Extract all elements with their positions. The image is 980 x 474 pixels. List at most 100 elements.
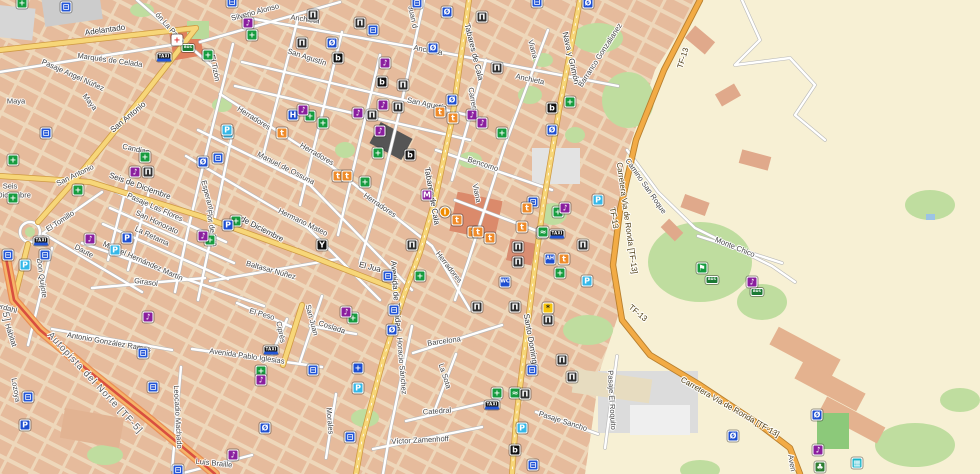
telephone-poi-icon[interactable]: t xyxy=(342,171,353,182)
taxi-icon[interactable]: TAXI xyxy=(264,346,279,355)
pharmacy-cross-icon[interactable]: + xyxy=(73,185,84,196)
pharmacy-cross-icon[interactable]: + xyxy=(565,97,576,108)
telephone-poi-icon[interactable]: t xyxy=(522,203,533,214)
pharmacy-cross-icon[interactable]: + xyxy=(492,388,503,399)
music-venue-icon[interactable]: ♪ xyxy=(378,100,389,111)
music-venue-icon[interactable]: ♪ xyxy=(85,234,96,245)
toilets-icon[interactable]: WC xyxy=(500,277,511,288)
bus-stop-icon[interactable]: ⊟ xyxy=(389,305,400,316)
monument-fountain-icon[interactable]: Ø xyxy=(728,431,739,442)
museum-icon[interactable]: Π xyxy=(472,302,483,313)
museum-icon[interactable]: Π xyxy=(513,242,524,253)
museum-m-icon[interactable]: M xyxy=(422,190,433,201)
pharmacy-cross-icon[interactable]: + xyxy=(497,128,508,139)
parking-light-icon[interactable]: P xyxy=(222,125,233,136)
pharmacy-cross-icon[interactable]: + xyxy=(8,193,19,204)
bus-stop-icon[interactable]: ⊟ xyxy=(3,250,14,261)
music-venue-icon[interactable]: ♪ xyxy=(813,445,824,456)
music-venue-icon[interactable]: ♪ xyxy=(477,118,488,129)
museum-icon[interactable]: Π xyxy=(355,18,366,29)
bar-icon[interactable]: b xyxy=(510,445,521,456)
pharmacy-cross-icon[interactable]: + xyxy=(247,30,258,41)
pharmacy-cross-icon[interactable]: + xyxy=(373,148,384,159)
first-aid-icon[interactable]: + xyxy=(172,35,183,46)
museum-icon[interactable]: Π xyxy=(477,12,488,23)
museum-icon[interactable]: Π xyxy=(513,257,524,268)
parking-light-icon[interactable]: P xyxy=(353,383,364,394)
music-venue-icon[interactable]: ♪ xyxy=(380,58,391,69)
park-water-icon[interactable]: ≈ xyxy=(538,227,549,238)
monument-fountain-icon[interactable]: Ø xyxy=(428,43,439,54)
bus-stop-icon[interactable]: ⊟ xyxy=(227,0,238,8)
music-venue-icon[interactable]: ♪ xyxy=(298,105,309,116)
taxi-icon[interactable]: TAXI xyxy=(157,53,172,62)
museum-icon[interactable]: Π xyxy=(367,110,378,121)
bus-stop-icon[interactable]: ⊟ xyxy=(368,25,379,36)
pharmacy-cross-icon[interactable]: + xyxy=(17,0,28,9)
museum-icon[interactable]: Π xyxy=(297,38,308,49)
music-venue-icon[interactable]: ♪ xyxy=(341,307,352,318)
museum-icon[interactable]: Π xyxy=(492,63,503,74)
pharmacy-cross-icon[interactable]: + xyxy=(555,268,566,279)
museum-icon[interactable]: Π xyxy=(557,355,568,366)
information-icon[interactable]: i xyxy=(440,207,451,218)
monument-fountain-icon[interactable]: Ø xyxy=(387,325,398,336)
clinic-cross-icon[interactable]: + xyxy=(353,363,364,374)
bus-stop-icon[interactable]: ⊟ xyxy=(61,2,72,13)
pharmacy-cross-icon[interactable]: + xyxy=(140,152,151,163)
taxi-icon[interactable]: TAXI xyxy=(485,401,500,410)
music-venue-icon[interactable]: ♪ xyxy=(375,126,386,137)
telephone-poi-icon[interactable]: t xyxy=(517,222,528,233)
bar-icon[interactable]: b xyxy=(405,150,416,161)
telephone-poi-icon[interactable]: t xyxy=(435,107,446,118)
pharmacy-cross-icon[interactable]: + xyxy=(360,177,371,188)
music-venue-icon[interactable]: ♪ xyxy=(198,231,209,242)
museum-icon[interactable]: Π xyxy=(520,389,531,400)
telephone-poi-icon[interactable]: t xyxy=(452,215,463,226)
parking-icon[interactable]: P xyxy=(122,233,133,244)
monument-fountain-icon[interactable]: Ø xyxy=(583,0,594,9)
parking-icon[interactable]: P xyxy=(20,420,31,431)
music-venue-icon[interactable]: ♪ xyxy=(143,312,154,323)
taxi-icon[interactable]: TAXI xyxy=(34,237,49,246)
parking-icon[interactable]: P xyxy=(223,220,234,231)
music-venue-icon[interactable]: ♪ xyxy=(130,167,141,178)
bus-station-green-icon[interactable]: BUS xyxy=(706,276,719,284)
bar-icon[interactable]: b xyxy=(377,77,388,88)
music-venue-icon[interactable]: ♪ xyxy=(353,108,364,119)
telephone-poi-icon[interactable]: t xyxy=(448,113,459,124)
bus-stop-icon[interactable]: ⊟ xyxy=(532,0,543,8)
attraction-yellow-icon[interactable]: * xyxy=(543,303,554,314)
bus-stop-icon[interactable]: ⊟ xyxy=(138,348,149,359)
monument-fountain-icon[interactable]: Ø xyxy=(447,95,458,106)
museum-icon[interactable]: Π xyxy=(407,240,418,251)
parking-light-icon[interactable]: P xyxy=(593,195,604,206)
music-venue-icon[interactable]: ♪ xyxy=(747,277,758,288)
pharmacy-cross-icon[interactable]: + xyxy=(415,271,426,282)
bus-stop-icon[interactable]: ⊟ xyxy=(148,382,159,393)
bus-stop-icon[interactable]: ⊟ xyxy=(528,460,539,471)
tree-icon[interactable]: ♣ xyxy=(815,462,826,473)
monument-fountain-icon[interactable]: Ø xyxy=(812,410,823,421)
bus-station-green-icon[interactable]: BUS xyxy=(182,44,195,52)
telephone-poi-icon[interactable]: t xyxy=(277,128,288,139)
attraction-green-icon[interactable]: ⚑ xyxy=(697,263,708,274)
taxi-icon[interactable]: TAXI xyxy=(550,230,565,239)
pharmacy-cross-icon[interactable]: + xyxy=(318,118,329,129)
music-venue-icon[interactable]: ♪ xyxy=(560,203,571,214)
parking-light-icon[interactable]: P xyxy=(20,260,31,271)
pharmacy-cross-icon[interactable]: + xyxy=(203,50,214,61)
monument-fountain-icon[interactable]: Ø xyxy=(260,423,271,434)
bus-stop-icon[interactable]: ⊟ xyxy=(23,392,34,403)
monument-fountain-icon[interactable]: Ø xyxy=(442,7,453,18)
parking-light-icon[interactable]: P xyxy=(517,423,528,434)
bus-station-green-icon[interactable]: BUS xyxy=(751,288,764,296)
bus-stop-icon[interactable]: ⊟ xyxy=(40,250,51,261)
museum-icon[interactable]: Π xyxy=(510,302,521,313)
music-venue-icon[interactable]: ♪ xyxy=(256,375,267,386)
pharmacy-cross-icon[interactable]: + xyxy=(8,155,19,166)
bar-icon[interactable]: b xyxy=(333,53,344,64)
museum-icon[interactable]: Π xyxy=(567,372,578,383)
museum-icon[interactable]: Π xyxy=(143,167,154,178)
telephone-poi-icon[interactable]: t xyxy=(485,233,496,244)
